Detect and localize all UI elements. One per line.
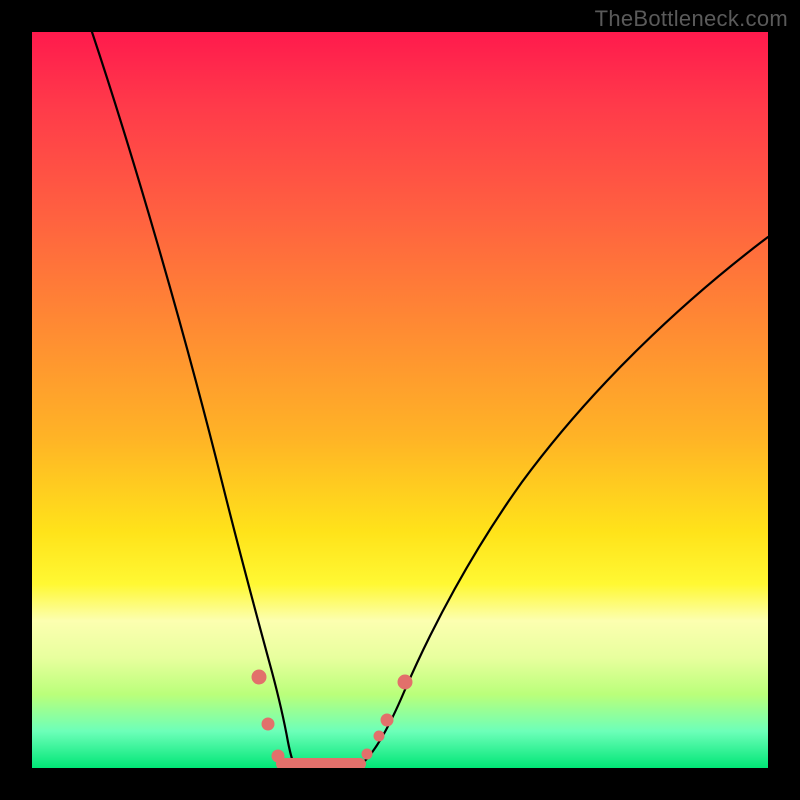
curve-svg — [32, 32, 768, 768]
left-branch-curve — [92, 32, 298, 767]
watermark-text: TheBottleneck.com — [595, 6, 788, 32]
chart-frame: TheBottleneck.com — [0, 0, 800, 800]
marker-point — [398, 675, 412, 689]
marker-point — [252, 670, 266, 684]
marker-point — [272, 750, 284, 762]
marker-point — [362, 749, 372, 759]
marker-point — [262, 718, 274, 730]
marker-point — [381, 714, 393, 726]
right-branch-curve — [358, 237, 768, 767]
marker-point — [374, 731, 384, 741]
plot-area — [32, 32, 768, 768]
